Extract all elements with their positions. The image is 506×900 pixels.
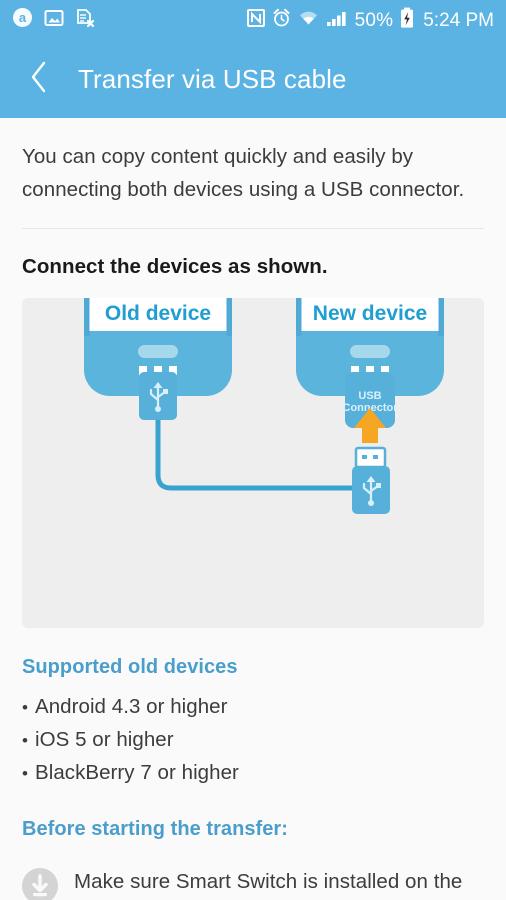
old-device-usb-plug (139, 366, 177, 420)
new-device-usb-plug (352, 446, 390, 514)
app-bar: Transfer via USB cable (0, 40, 506, 118)
download-circle-icon (22, 868, 58, 900)
amazon-app-icon: a (12, 7, 33, 33)
list-item: • BlackBerry 7 or higher (22, 757, 484, 790)
list-item: • Android 4.3 or higher (22, 691, 484, 724)
svg-text:a: a (19, 10, 27, 25)
bullet-marker: • (22, 698, 29, 717)
list-item: • iOS 5 or higher (22, 724, 484, 757)
chevron-left-icon (28, 60, 50, 99)
before-transfer-heading: Before starting the transfer: (22, 818, 288, 840)
note-row: Make sure Smart Switch is installed on t… (22, 853, 484, 900)
page-title: Transfer via USB cable (78, 63, 347, 94)
wifi-icon (298, 8, 319, 33)
signal-icon (326, 8, 348, 33)
alarm-icon (272, 8, 291, 33)
clock-label: 5:24 PM (423, 9, 494, 31)
back-button[interactable] (22, 60, 56, 99)
status-bar-left-icons: a (12, 7, 95, 33)
connection-illustration: Old device New device USB (22, 298, 484, 628)
battery-charging-icon (400, 7, 414, 34)
app-screen: a 50% 5:24 PM Transfer via USB cable You… (0, 0, 506, 900)
image-icon (44, 8, 64, 33)
battery-percent-label: 50% (354, 9, 394, 31)
intro-paragraph: You can copy content quickly and easily … (22, 145, 465, 201)
status-bar: a 50% 5:24 PM (0, 0, 506, 40)
nfc-icon (246, 8, 265, 33)
list-item-label: iOS 5 or higher (35, 728, 174, 751)
usb-cable (155, 415, 375, 491)
status-bar-right-icons: 50% 5:24 PM (246, 7, 494, 34)
bullet-marker: • (22, 731, 29, 750)
new-device-label: New device (313, 302, 427, 325)
note-text: Make sure Smart Switch is installed on t… (74, 870, 463, 893)
content-area: You can copy content quickly and easily … (0, 118, 506, 900)
usb-connector-label-line1: USB (358, 390, 381, 402)
document-error-icon (75, 8, 95, 33)
supported-devices-heading: Supported old devices (22, 656, 238, 678)
connect-heading: Connect the devices as shown. (22, 255, 328, 278)
bullet-marker: • (22, 764, 29, 783)
supported-devices-list: • Android 4.3 or higher • iOS 5 or highe… (22, 691, 484, 790)
list-item-label: BlackBerry 7 or higher (35, 761, 239, 784)
old-device-label: Old device (105, 302, 211, 325)
list-item-label: Android 4.3 or higher (35, 695, 228, 718)
